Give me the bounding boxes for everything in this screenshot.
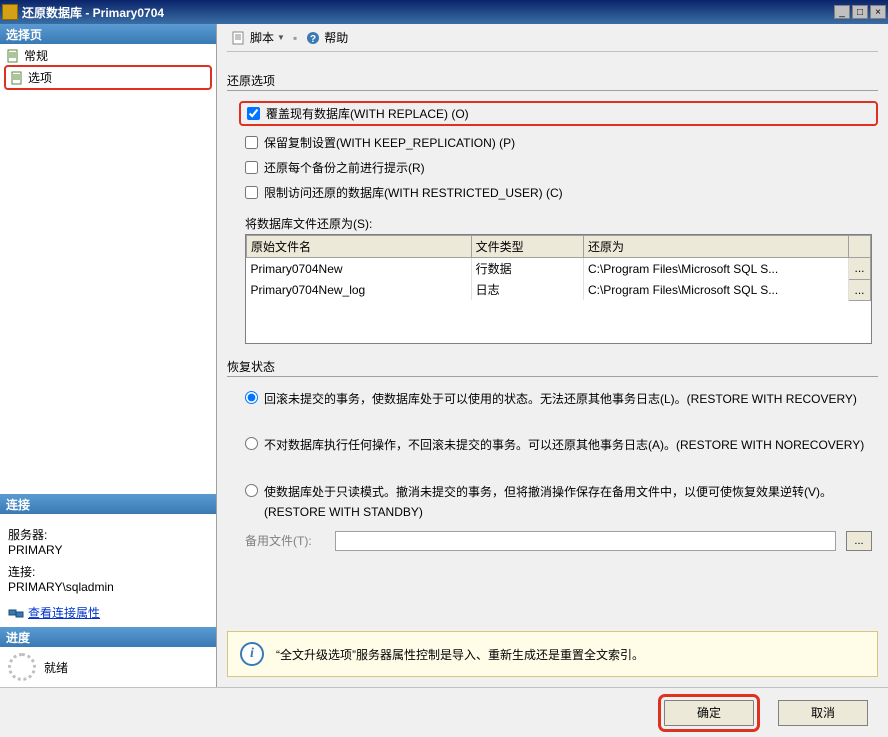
cell-browse[interactable]: ... [849,258,871,280]
maximize-button[interactable]: □ [852,5,868,19]
restore-as-label: 将数据库文件还原为(S): [245,215,878,232]
restore-files-table: 原始文件名 文件类型 还原为 Primary0704New 行数据 C:\Pro… [245,234,872,344]
th-type[interactable]: 文件类型 [471,236,583,258]
restore-options-title: 还原选项 [227,72,878,91]
section-progress: 进度 [0,627,216,647]
cb-keep-replication[interactable] [245,136,258,149]
th-restore-as[interactable]: 还原为 [583,236,848,258]
svg-text:?: ? [310,34,316,45]
radio-norecovery[interactable] [245,437,258,450]
cell-as: C:\Program Files\Microsoft SQL S... [583,279,848,300]
help-button[interactable]: ? 帮助 [301,27,352,48]
nav-options[interactable]: 选项 [4,65,212,90]
window-titlebar: 还原数据库 - Primary0704 _ □ × [0,0,888,24]
dialog-footer: 确定 取消 [0,687,888,737]
cb-keep-replication-label: 保留复制设置(WITH KEEP_REPLICATION) (P) [264,134,515,151]
ok-button[interactable]: 确定 [664,700,754,726]
info-text: “全文升级选项”服务器属性控制是导入、重新生成还是重置全文索引。 [276,646,644,663]
th-browse [849,236,871,258]
cb-prompt[interactable] [245,161,258,174]
cell-type: 行数据 [471,258,583,280]
script-button[interactable]: 脚本 ▼ [227,27,289,48]
spinner-icon [8,653,36,681]
cb-prompt-label: 还原每个备份之前进行提示(R) [264,159,425,176]
connection-value: PRIMARY\sqladmin [8,580,208,594]
connection-icon [8,606,24,620]
connection-label: 连接: [8,563,208,580]
help-label: 帮助 [324,29,348,46]
cell-type: 日志 [471,279,583,300]
cell-as: C:\Program Files\Microsoft SQL S... [583,258,848,280]
th-original[interactable]: 原始文件名 [247,236,472,258]
cancel-button[interactable]: 取消 [778,700,868,726]
standby-browse-button[interactable]: ... [846,531,872,551]
server-label: 服务器: [8,526,208,543]
table-row[interactable]: Primary0704New 行数据 C:\Program Files\Micr… [247,258,871,280]
standby-file-input [335,531,836,551]
cb-restricted-label: 限制访问还原的数据库(WITH RESTRICTED_USER) (C) [264,184,563,201]
minimize-button[interactable]: _ [834,5,850,19]
right-panel: 脚本 ▼ ▪ ? 帮助 还原选项 覆盖现有数据库(WITH REPLACE) (… [216,24,888,687]
page-icon [6,49,20,63]
standby-file-label: 备用文件(T): [245,532,325,549]
view-conn-props-text: 查看连接属性 [28,604,100,621]
cb-replace-label: 覆盖现有数据库(WITH REPLACE) (O) [266,105,469,122]
radio-standby[interactable] [245,484,258,497]
cell-orig: Primary0704New [247,258,472,280]
server-value: PRIMARY [8,543,208,557]
cb-replace-row: 覆盖现有数据库(WITH REPLACE) (O) [239,101,878,126]
nav-general-label: 常规 [24,47,48,64]
chevron-down-icon: ▼ [277,33,285,42]
radio-standby-label: 使数据库处于只读模式。撤消未提交的事务，但将撤消操作保存在备用文件中，以便可使恢… [264,482,878,523]
radio-recovery[interactable] [245,391,258,404]
help-icon: ? [305,30,321,46]
table-row[interactable]: Primary0704New_log 日志 C:\Program Files\M… [247,279,871,300]
window-title: 还原数据库 - Primary0704 [22,4,834,21]
cell-orig: Primary0704New_log [247,279,472,300]
recovery-title: 恢复状态 [227,358,878,377]
left-panel: 选择页 常规 选项 连接 服务器: PRIMARY 连接: PRIMARY\sq… [0,24,216,687]
cb-restricted[interactable] [245,186,258,199]
script-label: 脚本 [250,29,274,46]
nav-options-label: 选项 [28,69,52,86]
section-connection: 连接 [0,494,216,514]
app-icon [2,4,18,20]
cb-replace[interactable] [247,107,260,120]
page-icon [10,71,24,85]
view-conn-props-link[interactable]: 查看连接属性 [8,604,208,621]
toolbar: 脚本 ▼ ▪ ? 帮助 [227,24,878,52]
section-select-pages: 选择页 [0,24,216,44]
separator: ▪ [293,31,297,45]
cell-browse[interactable]: ... [849,279,871,300]
info-bar: i “全文升级选项”服务器属性控制是导入、重新生成还是重置全文索引。 [227,631,878,677]
close-button[interactable]: × [870,5,886,19]
nav-general[interactable]: 常规 [4,46,212,65]
script-icon [231,30,247,46]
progress-status: 就绪 [44,659,68,676]
radio-norecovery-label: 不对数据库执行任何操作，不回滚未提交的事务。可以还原其他事务日志(A)。(RES… [264,435,878,455]
info-icon: i [240,642,264,666]
radio-recovery-label: 回滚未提交的事务，使数据库处于可以使用的状态。无法还原其他事务日志(L)。(RE… [264,389,878,409]
